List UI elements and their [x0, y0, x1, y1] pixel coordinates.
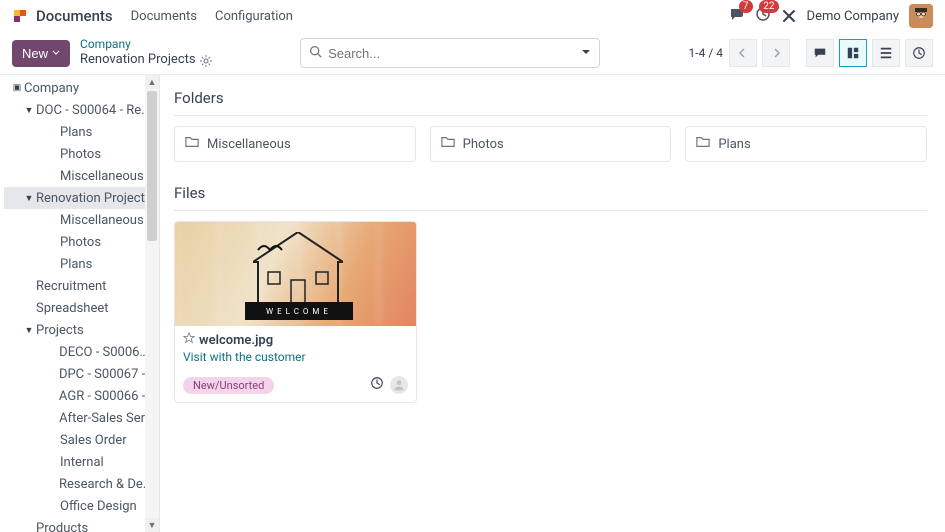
pager-next-button[interactable]: [762, 39, 790, 67]
app-logo[interactable]: [12, 8, 28, 24]
tree-item-label: Office Design: [60, 499, 137, 514]
view-list-button[interactable]: [872, 39, 900, 67]
tree-item-label: After-Sales Servi...: [59, 411, 155, 426]
files-heading: Files: [174, 184, 927, 202]
tree-item[interactable]: Plans: [4, 253, 159, 275]
chevron-down-icon[interactable]: ▼: [24, 105, 34, 116]
user-avatar[interactable]: [909, 4, 933, 28]
thumbnail-caption: WELCOME: [245, 302, 353, 320]
folder-icon: [696, 135, 710, 153]
tree-item[interactable]: Research & Deve...: [4, 473, 159, 495]
tree-item-label: Recruitment: [36, 279, 106, 294]
tree-item[interactable]: ▼Projects: [4, 319, 159, 341]
tree-item[interactable]: ▣Company: [4, 77, 159, 99]
file-thumbnail[interactable]: WELCOME: [175, 222, 416, 326]
tree-item-label: Photos: [60, 147, 101, 162]
messaging-icon[interactable]: 7: [729, 6, 745, 26]
tree-item-label: DOC - S00064 - Re...: [36, 103, 151, 118]
tree-item-label: Sales Order: [60, 433, 127, 448]
view-chat-button[interactable]: [806, 39, 834, 67]
folder-card[interactable]: Photos: [430, 126, 672, 162]
company-name[interactable]: Demo Company: [807, 9, 899, 24]
activities-icon[interactable]: 22: [755, 6, 771, 26]
app-title[interactable]: Documents: [36, 7, 113, 25]
tree-item-label: Miscellaneous: [60, 213, 144, 228]
folder-card[interactable]: Miscellaneous: [174, 126, 416, 162]
tree-item-label: AGR - S00066 - S...: [59, 389, 155, 404]
tree-item-label: DECO - S00068 -...: [59, 345, 155, 360]
search-icon: [309, 45, 322, 62]
tree-item[interactable]: Products: [4, 517, 159, 532]
chevron-down-icon[interactable]: ▼: [24, 193, 34, 204]
view-activity-button[interactable]: [905, 39, 933, 67]
tree-item[interactable]: Recruitment: [4, 275, 159, 297]
file-tag[interactable]: New/Unsorted: [183, 377, 274, 394]
breadcrumb-parent[interactable]: Company: [80, 37, 212, 53]
tree-item-label: Spreadsheet: [36, 301, 109, 316]
owner-avatar[interactable]: [390, 376, 408, 394]
breadcrumb: Company Renovation Projects: [80, 37, 212, 69]
tree-item-label: Plans: [60, 257, 92, 272]
tree-item[interactable]: DPC - S00067 - S...: [4, 363, 159, 385]
sidebar-scrollbar[interactable]: ▲ ▼: [145, 75, 159, 532]
chevron-down-icon[interactable]: ▼: [24, 325, 34, 336]
file-card[interactable]: WELCOME welcome.jpg Visit with the custo…: [174, 221, 417, 403]
folders-heading: Folders: [174, 89, 927, 107]
activities-badge: 22: [759, 0, 778, 13]
tree-item-label: Research & Deve...: [59, 477, 155, 492]
pager-text[interactable]: 1-4 / 4: [689, 46, 723, 60]
tree-item[interactable]: Photos: [4, 143, 159, 165]
file-name: welcome.jpg: [199, 333, 273, 348]
tree-item[interactable]: Spreadsheet: [4, 297, 159, 319]
folder-name: Plans: [718, 137, 750, 152]
search-dropdown-icon[interactable]: [581, 46, 591, 61]
tree-item[interactable]: Miscellaneous: [4, 209, 159, 231]
tree-item[interactable]: Miscellaneous: [4, 165, 159, 187]
tree-item-label: Internal: [60, 455, 104, 470]
tree-item-label: Photos: [60, 235, 101, 250]
folder-name: Miscellaneous: [207, 137, 291, 152]
tree-item[interactable]: Plans: [4, 121, 159, 143]
tree-item[interactable]: AGR - S00066 - S...: [4, 385, 159, 407]
pager-prev-button[interactable]: [729, 39, 757, 67]
tree-item-label: Miscellaneous: [60, 169, 144, 184]
search-input[interactable]: [328, 46, 591, 61]
activity-icon[interactable]: [370, 376, 384, 394]
folder-name: Photos: [463, 137, 504, 152]
folder-icon: [441, 135, 455, 153]
star-icon[interactable]: [183, 332, 195, 348]
new-button-label: New: [22, 46, 48, 61]
tree-item-label: DPC - S00067 - S...: [59, 367, 155, 382]
tree-item-label: Products: [36, 521, 88, 532]
chevron-down-icon: [52, 49, 60, 57]
tools-icon[interactable]: [781, 8, 797, 24]
tree-item[interactable]: Sales Order: [4, 429, 159, 451]
breadcrumb-current: Renovation Projects: [80, 52, 196, 69]
tree-item[interactable]: ▼DOC - S00064 - Re...: [4, 99, 159, 121]
menu-configuration[interactable]: Configuration: [215, 9, 293, 24]
tree-item-label: Projects: [36, 323, 84, 338]
tree-item[interactable]: Internal: [4, 451, 159, 473]
folder-icon: [185, 135, 199, 153]
folder-root-icon[interactable]: ▣: [12, 83, 22, 93]
file-subtitle[interactable]: Visit with the customer: [183, 350, 408, 364]
view-kanban-button[interactable]: [839, 39, 867, 67]
tree-item[interactable]: Office Design: [4, 495, 159, 517]
new-button[interactable]: New: [12, 40, 70, 67]
scroll-down-icon[interactable]: ▼: [145, 518, 159, 532]
scroll-up-icon[interactable]: ▲: [145, 75, 159, 89]
tree-item-label: Plans: [60, 125, 92, 140]
tree-item[interactable]: ▼Renovation Projects: [4, 187, 159, 209]
tree-item[interactable]: DECO - S00068 -...: [4, 341, 159, 363]
tree-item-label: Renovation Projects: [36, 191, 152, 206]
search-box[interactable]: [300, 38, 600, 68]
tree-item-label: Company: [24, 81, 79, 96]
tree-item[interactable]: Photos: [4, 231, 159, 253]
scroll-thumb[interactable]: [147, 91, 157, 241]
tree-item[interactable]: After-Sales Servi...: [4, 407, 159, 429]
folder-card[interactable]: Plans: [685, 126, 927, 162]
gear-icon[interactable]: [200, 55, 212, 67]
menu-documents[interactable]: Documents: [131, 9, 197, 24]
messaging-badge: 7: [739, 0, 753, 13]
